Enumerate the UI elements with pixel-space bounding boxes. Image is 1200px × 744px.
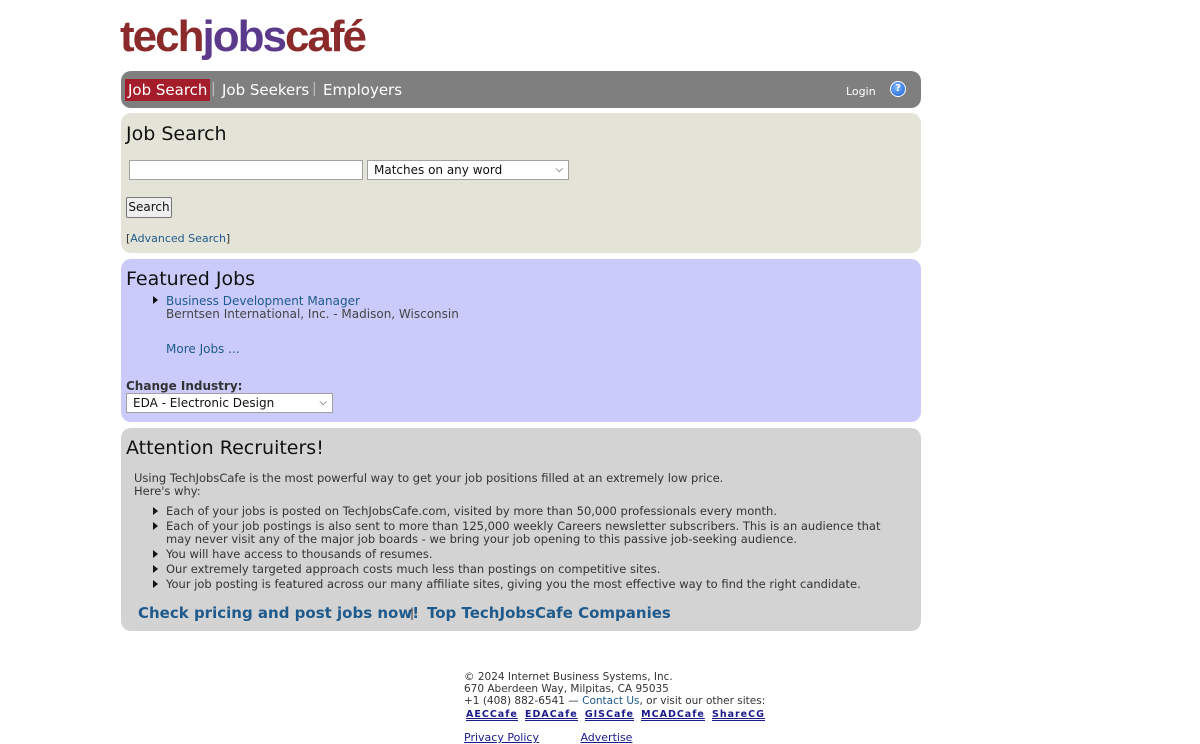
- nav-job-search[interactable]: Job Search: [125, 79, 211, 101]
- footer: © 2024 Internet Business Systems, Inc. 6…: [464, 671, 765, 707]
- featured-job-company: Berntsen International, Inc. - Madison, …: [166, 307, 459, 321]
- industry-select[interactable]: EDA - Electronic Design ⌵: [126, 393, 333, 413]
- job-search-panel: Job Search Matches on any word ⌵ Search …: [121, 113, 921, 253]
- site-link-mcadcafe[interactable]: MCADCafe: [641, 709, 705, 721]
- help-icon[interactable]: ?: [890, 81, 906, 97]
- login-link[interactable]: Login: [846, 85, 876, 98]
- contact-us-link[interactable]: Contact Us: [582, 695, 639, 707]
- recruiters-title: Attention Recruiters!: [126, 437, 324, 459]
- match-type-select[interactable]: Matches on any word ⌵: [367, 160, 569, 180]
- cta-separator: |: [410, 606, 415, 620]
- site-link-aeccafe[interactable]: AECCafe: [466, 709, 518, 721]
- site-link-edacafe[interactable]: EDACafe: [524, 709, 578, 721]
- featured-jobs-title: Featured Jobs: [126, 268, 256, 290]
- reason-item: Each of your job postings is also sent t…: [166, 519, 881, 546]
- search-button[interactable]: Search: [126, 197, 172, 218]
- bullet-icon: [153, 522, 158, 530]
- bracket-close: ]: [225, 232, 231, 245]
- advanced-search-wrap: [Advanced Search]: [126, 232, 230, 245]
- logo-part-jobs: jobs: [202, 12, 286, 61]
- job-search-title: Job Search: [126, 123, 227, 145]
- chevron-down-icon: ⌵: [555, 164, 563, 175]
- logo-part-tech: tech: [120, 12, 204, 61]
- search-input[interactable]: [129, 160, 363, 180]
- footer-contact-line: +1 (408) 882-6541 — Contact Us, or visit…: [464, 695, 765, 707]
- bullet-icon: [153, 550, 158, 558]
- bullet-icon: [153, 565, 158, 573]
- footer-address: 670 Aberdeen Way, Milpitas, CA 95035: [464, 683, 669, 695]
- nav-separator: |: [312, 81, 317, 97]
- bullet-icon: [153, 507, 158, 515]
- industry-value: EDA - Electronic Design: [133, 396, 275, 410]
- recruiters-panel: Attention Recruiters! Using TechJobsCafe…: [121, 428, 921, 631]
- footer-phone: +1 (408) 882-6541 —: [464, 695, 579, 707]
- site-link-giscafe[interactable]: GISCafe: [584, 709, 634, 721]
- footer-visit-text: , or visit our other sites:: [639, 695, 766, 707]
- intro-line-1: Using TechJobsCafe is the most powerful …: [134, 471, 724, 485]
- nav-job-seekers[interactable]: Job Seekers: [222, 79, 309, 101]
- nav-employers[interactable]: Employers: [323, 79, 402, 101]
- reason-item: Each of your jobs is posted on TechJobsC…: [166, 504, 777, 518]
- site-logo[interactable]: techjobscafé: [120, 12, 367, 62]
- footer-copyright: © 2024 Internet Business Systems, Inc.: [464, 671, 673, 683]
- main-nav: Job Search | Job Seekers | Employers Log…: [121, 71, 921, 108]
- advertise-link[interactable]: Advertise: [580, 731, 632, 744]
- top-companies-link[interactable]: Top TechJobsCafe Companies: [427, 604, 671, 622]
- privacy-policy-link[interactable]: Privacy Policy: [464, 731, 539, 744]
- logo-part-cafe: café: [284, 12, 367, 61]
- featured-jobs-panel: Featured Jobs Business Development Manag…: [121, 259, 921, 422]
- reason-item: You will have access to thousands of res…: [166, 547, 433, 561]
- recruiters-intro: Using TechJobsCafe is the most powerful …: [134, 472, 723, 498]
- check-pricing-link[interactable]: Check pricing and post jobs now!: [138, 604, 419, 622]
- intro-line-2: Here's why:: [134, 484, 201, 498]
- site-link-sharecg[interactable]: ShareCG: [711, 709, 765, 721]
- chevron-down-icon: ⌵: [319, 397, 327, 408]
- change-industry-label: Change Industry:: [126, 379, 243, 393]
- affiliate-sites: AECCafe EDACafe GISCafe MCADCafe ShareCG: [466, 709, 769, 721]
- bullet-icon: [153, 296, 158, 304]
- nav-separator: |: [211, 81, 216, 97]
- footer-bottom-links: Privacy Policy Advertise: [464, 731, 632, 744]
- more-jobs-link[interactable]: More Jobs ...: [166, 342, 240, 356]
- reason-item: Your job posting is featured across our …: [166, 577, 861, 591]
- bullet-icon: [153, 580, 158, 588]
- featured-job-link[interactable]: Business Development Manager: [166, 294, 360, 308]
- reason-item: Our extremely targeted approach costs mu…: [166, 562, 661, 576]
- advanced-search-link[interactable]: Advanced Search: [130, 232, 226, 245]
- match-type-value: Matches on any word: [374, 163, 503, 177]
